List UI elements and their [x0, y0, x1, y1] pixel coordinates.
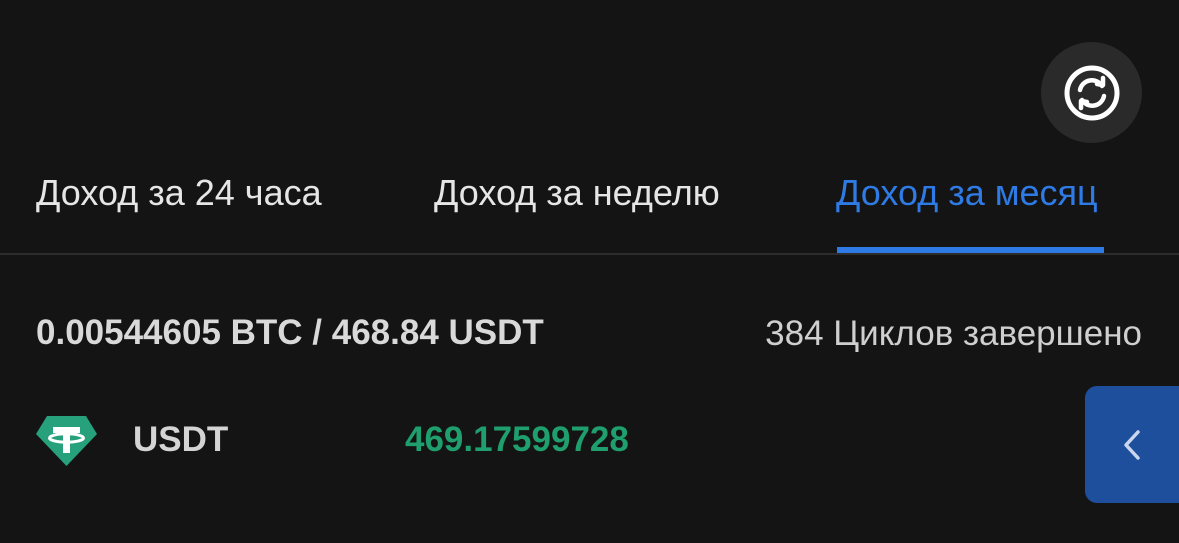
chevron-left-icon — [1124, 429, 1140, 460]
tab-income-week[interactable]: Доход за неделю — [434, 172, 720, 214]
active-tab-indicator — [837, 247, 1104, 253]
tab-income-month[interactable]: Доход за месяц — [836, 172, 1098, 214]
income-page: Доход за 24 часа Доход за неделю Доход з… — [0, 0, 1179, 543]
tether-icon — [36, 416, 97, 466]
income-period-tabs: Доход за 24 часа Доход за неделю Доход з… — [0, 150, 1179, 255]
tab-income-24h[interactable]: Доход за 24 часа — [36, 172, 322, 214]
coin-symbol: USDT — [133, 420, 229, 459]
income-total: 0.00544605 BTC / 468.84 USDT — [36, 313, 544, 352]
refresh-icon — [1064, 65, 1119, 120]
coin-amount: 469.17599728 — [405, 420, 629, 459]
side-panel-toggle[interactable] — [1085, 386, 1179, 503]
cycles-completed: 384 Циклов завершено — [765, 314, 1142, 353]
refresh-button[interactable] — [1041, 42, 1142, 143]
